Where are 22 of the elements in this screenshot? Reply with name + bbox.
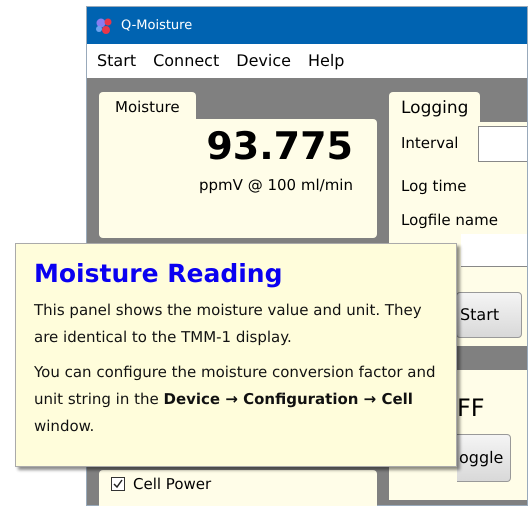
checkbox-label: Cell Power: [133, 474, 212, 494]
checkbox[interactable]: [111, 476, 125, 491]
log-time-label: Log time: [401, 176, 468, 196]
start-button[interactable]: Start: [456, 292, 522, 338]
toggle-button[interactable]: oggle: [457, 434, 511, 482]
logfile-label: Logfile name: [401, 211, 499, 230]
tooltip-title: Moisture Reading: [34, 258, 284, 290]
unit-label: ppmV @ 100 ml/min: [199, 175, 353, 196]
logfile-field[interactable]: [461, 234, 527, 267]
interval-label: Interval: [401, 133, 458, 154]
window-title: Q-Moisture: [121, 16, 192, 35]
moisture-value: 93.775: [206, 122, 353, 170]
power-state: FF: [457, 392, 485, 424]
check-icon: [113, 478, 123, 489]
menu-item[interactable]: Help: [308, 49, 344, 73]
menu-item[interactable]: Start: [97, 49, 136, 73]
menu-item[interactable]: Connect: [153, 49, 220, 73]
interval-field[interactable]: [478, 126, 527, 162]
menu-item[interactable]: Device: [236, 49, 291, 73]
molecule-icon: [95, 16, 113, 34]
tooltip-text: This panel shows the moisture value and unit. They are identical to the TMM-1 display.: [34, 300, 423, 348]
tooltip-text: You can configure the moisture conversion factor and unit string in the Device → Configuration → Cell window.: [34, 362, 437, 438]
